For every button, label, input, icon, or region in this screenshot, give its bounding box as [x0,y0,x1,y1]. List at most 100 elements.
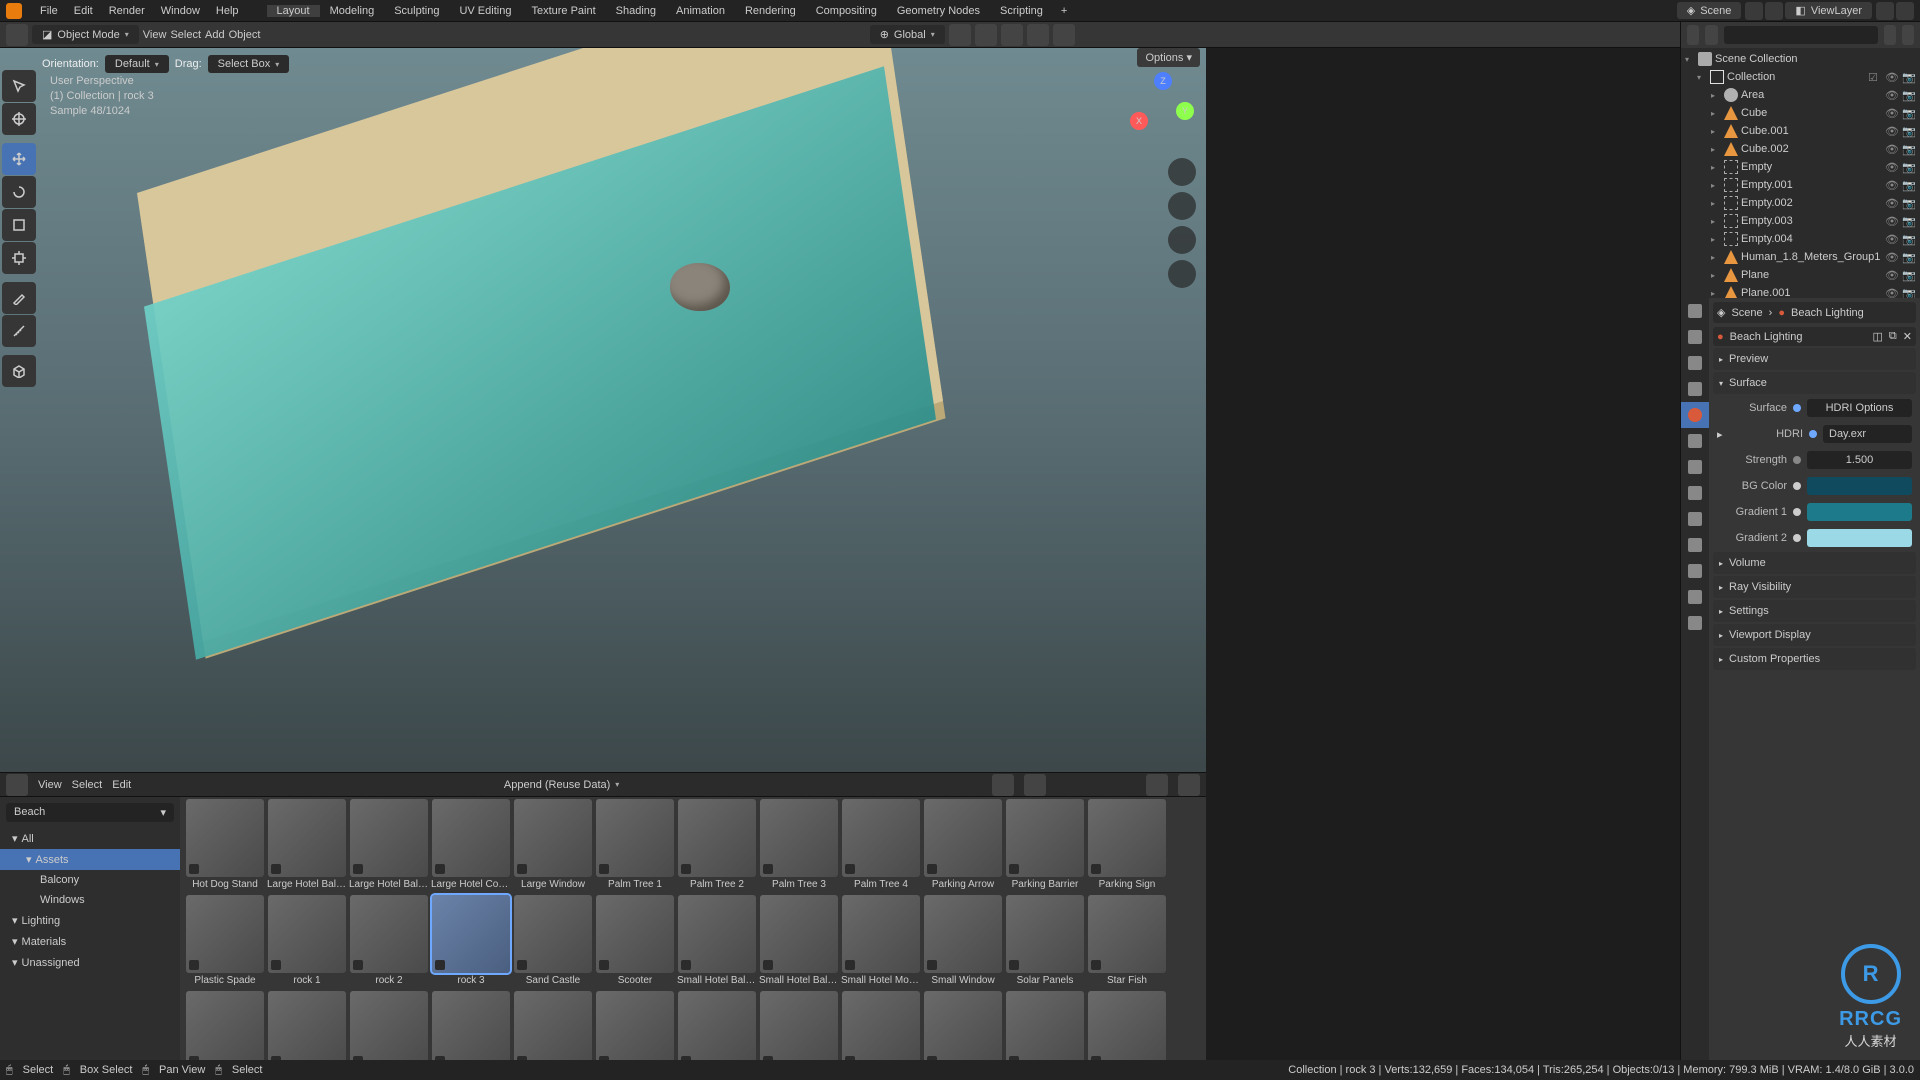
node-socket-icon[interactable] [1793,456,1801,464]
tab-physics[interactable] [1681,506,1709,532]
tab-material[interactable] [1681,584,1709,610]
asset-item[interactable]: Hot Dog Stand [184,799,266,895]
asset-item[interactable]: Window Bay Large [922,991,1004,1060]
panel-custom[interactable]: ▸Custom Properties [1713,648,1916,670]
tab-viewlayer[interactable] [1681,350,1709,376]
workspace-layout[interactable]: Layout [267,5,320,17]
asset-item[interactable]: Palm Tree 2 [676,799,758,895]
asset-item[interactable]: Wheely Bin Brown [758,991,840,1060]
pan-icon[interactable] [1168,192,1196,220]
render-icon[interactable]: 📷 [1902,71,1916,84]
eye-icon[interactable]: 👁 [1885,179,1899,192]
node-socket-icon[interactable] [1793,508,1801,516]
add-workspace[interactable]: + [1053,5,1075,17]
snap-toggle[interactable] [975,24,997,46]
asset-thumbnail[interactable] [514,799,592,877]
asset-edit-menu[interactable]: Edit [112,779,131,791]
tab-output[interactable] [1681,324,1709,350]
asset-category-balcony[interactable]: Balcony [0,870,180,890]
asset-thumbnail[interactable] [1088,799,1166,877]
asset-select-menu[interactable]: Select [72,779,103,791]
asset-thumbnail[interactable] [350,991,428,1060]
outliner-row[interactable]: ▸Empty👁📷 [1681,158,1920,176]
workspace-texpaint[interactable]: Texture Paint [521,5,605,17]
outliner-tree[interactable]: ▾ Scene Collection ▾ Collection ☑ 👁 📷 ▸A… [1681,48,1920,298]
workspace-geonodes[interactable]: Geometry Nodes [887,5,990,17]
proportional-toggle[interactable] [1027,24,1049,46]
panel-preview[interactable]: ▸Preview [1713,348,1916,370]
workspace-modeling[interactable]: Modeling [320,5,385,17]
panel-settings[interactable]: ▸Settings [1713,600,1916,622]
asset-item[interactable]: Tiger Shark [594,991,676,1060]
asset-category-lighting[interactable]: ▾Lighting [0,910,180,931]
world-datablock[interactable]: ● Beach Lighting ◫ ⧉ ✕ [1713,327,1916,346]
eye-icon[interactable]: 👁 [1885,71,1899,84]
eye-icon[interactable]: 👁 [1885,161,1899,174]
property-breadcrumb[interactable]: ◈Scene › ●Beach Lighting [1713,302,1916,323]
strength-field[interactable]: 1.500 [1807,451,1912,469]
tab-object[interactable] [1681,428,1709,454]
asset-item[interactable]: Large Hotel Corner... [430,799,512,895]
outliner-row[interactable]: ▸Cube.001👁📷 [1681,122,1920,140]
asset-thumbnail[interactable] [924,799,1002,877]
outliner-filter-button[interactable] [1884,25,1896,45]
outliner-row[interactable]: ▸Empty.001👁📷 [1681,176,1920,194]
asset-item[interactable]: Scooter [594,895,676,991]
bg-color-field[interactable] [1807,477,1912,495]
node-socket-icon[interactable] [1793,404,1801,412]
hdri-value[interactable]: Day.exr [1823,425,1912,443]
asset-thumbnail[interactable] [350,895,428,973]
workspace-shading[interactable]: Shading [606,5,666,17]
eye-icon[interactable]: 👁 [1885,287,1899,299]
render-icon[interactable]: 📷 [1902,215,1916,228]
node-socket-icon[interactable] [1793,482,1801,490]
tab-modifiers[interactable] [1681,454,1709,480]
asset-category-unassigned[interactable]: ▾Unassigned [0,952,180,973]
asset-thumbnail[interactable] [678,799,756,877]
camera-icon[interactable] [1168,226,1196,254]
workspace-uv[interactable]: UV Editing [449,5,521,17]
asset-item[interactable]: Water Heater [676,991,758,1060]
render-icon[interactable]: 📷 [1902,107,1916,120]
outliner-row[interactable]: ▸Plane👁📷 [1681,266,1920,284]
asset-thumbnail[interactable] [1088,895,1166,973]
asset-thumbnail[interactable] [350,799,428,877]
workspace-scripting[interactable]: Scripting [990,5,1053,17]
eye-icon[interactable]: 👁 [1885,107,1899,120]
move-tool[interactable] [2,143,36,175]
editor-type-button[interactable] [6,24,28,46]
menu-window[interactable]: Window [153,5,208,17]
render-icon[interactable]: 📷 [1902,197,1916,210]
gradient2-field[interactable] [1807,529,1912,547]
tab-texture[interactable] [1681,610,1709,636]
asset-thumbnail[interactable] [678,991,756,1060]
asset-item[interactable]: rock 3 [430,895,512,991]
snap-type[interactable] [1001,24,1023,46]
tab-scene[interactable] [1681,376,1709,402]
panel-surface[interactable]: ▾Surface [1713,372,1916,394]
asset-item[interactable]: Plastic Spade [184,895,266,991]
asset-thumbnail[interactable] [596,991,674,1060]
3d-viewport[interactable]: Options ▾ User Perspective (1) Collectio… [0,48,1206,796]
scene-new-button[interactable] [1745,2,1763,20]
asset-item[interactable]: Sun Lounger Up [266,991,348,1060]
tab-particles[interactable] [1681,480,1709,506]
eye-icon[interactable]: 👁 [1885,215,1899,228]
copy-world-button[interactable]: ⧉ [1889,330,1897,343]
outliner-type-button[interactable] [1687,25,1699,45]
asset-item[interactable]: Large Hotel Balcon... [348,799,430,895]
outliner-new-collection[interactable] [1902,25,1914,45]
asset-thumbnail[interactable] [514,895,592,973]
asset-view-menu[interactable]: View [38,779,62,791]
asset-thumbnail[interactable] [268,895,346,973]
asset-thumbnail[interactable] [678,895,756,973]
asset-item[interactable]: Sun Shader [348,991,430,1060]
object-menu[interactable]: Object [229,29,261,41]
asset-thumbnail[interactable] [432,799,510,877]
asset-item[interactable]: Small Window [922,895,1004,991]
eye-icon[interactable]: 👁 [1885,233,1899,246]
asset-thumbnail[interactable] [268,991,346,1060]
select-box-tool[interactable] [2,70,36,102]
delete-world-button[interactable]: ✕ [1903,330,1912,343]
asset-thumbnail[interactable] [1006,799,1084,877]
